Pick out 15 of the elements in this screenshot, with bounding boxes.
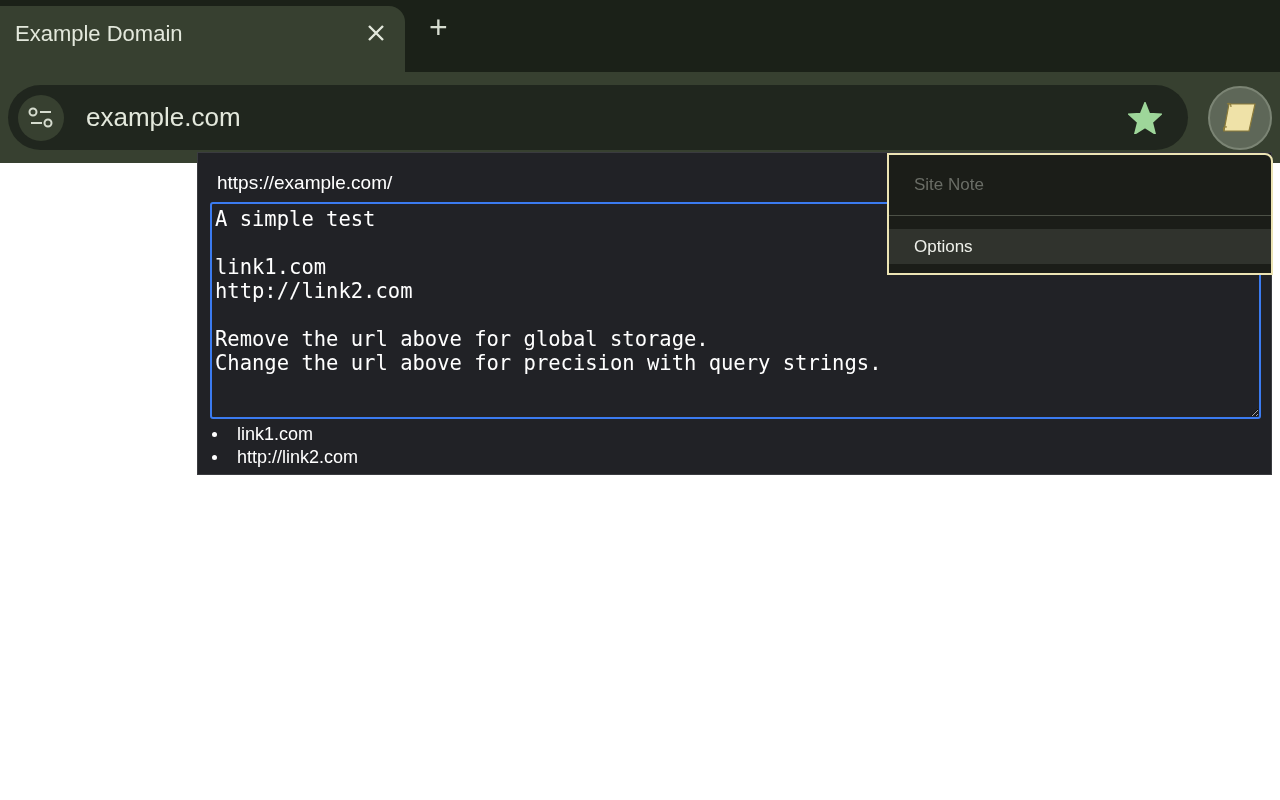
tab-title: Example Domain — [15, 19, 184, 48]
new-tab-button[interactable]: + — [429, 6, 448, 54]
browser-tab[interactable]: Example Domain — [0, 6, 405, 72]
page-url: https://example.com/ — [217, 171, 393, 195]
bullet-icon — [212, 454, 217, 460]
bullet-icon — [212, 431, 217, 437]
link-text: http://link2.com — [237, 445, 359, 469]
address-bar[interactable]: example.com — [8, 85, 1188, 150]
menu-item[interactable]: Options — [889, 229, 1271, 264]
scroll-icon — [1221, 100, 1259, 135]
url-text: example.com — [86, 101, 242, 134]
close-icon[interactable] — [367, 24, 385, 42]
site-settings-icon[interactable] — [18, 94, 64, 141]
link-text: link1.com — [237, 422, 314, 446]
star-icon[interactable] — [1128, 101, 1162, 134]
